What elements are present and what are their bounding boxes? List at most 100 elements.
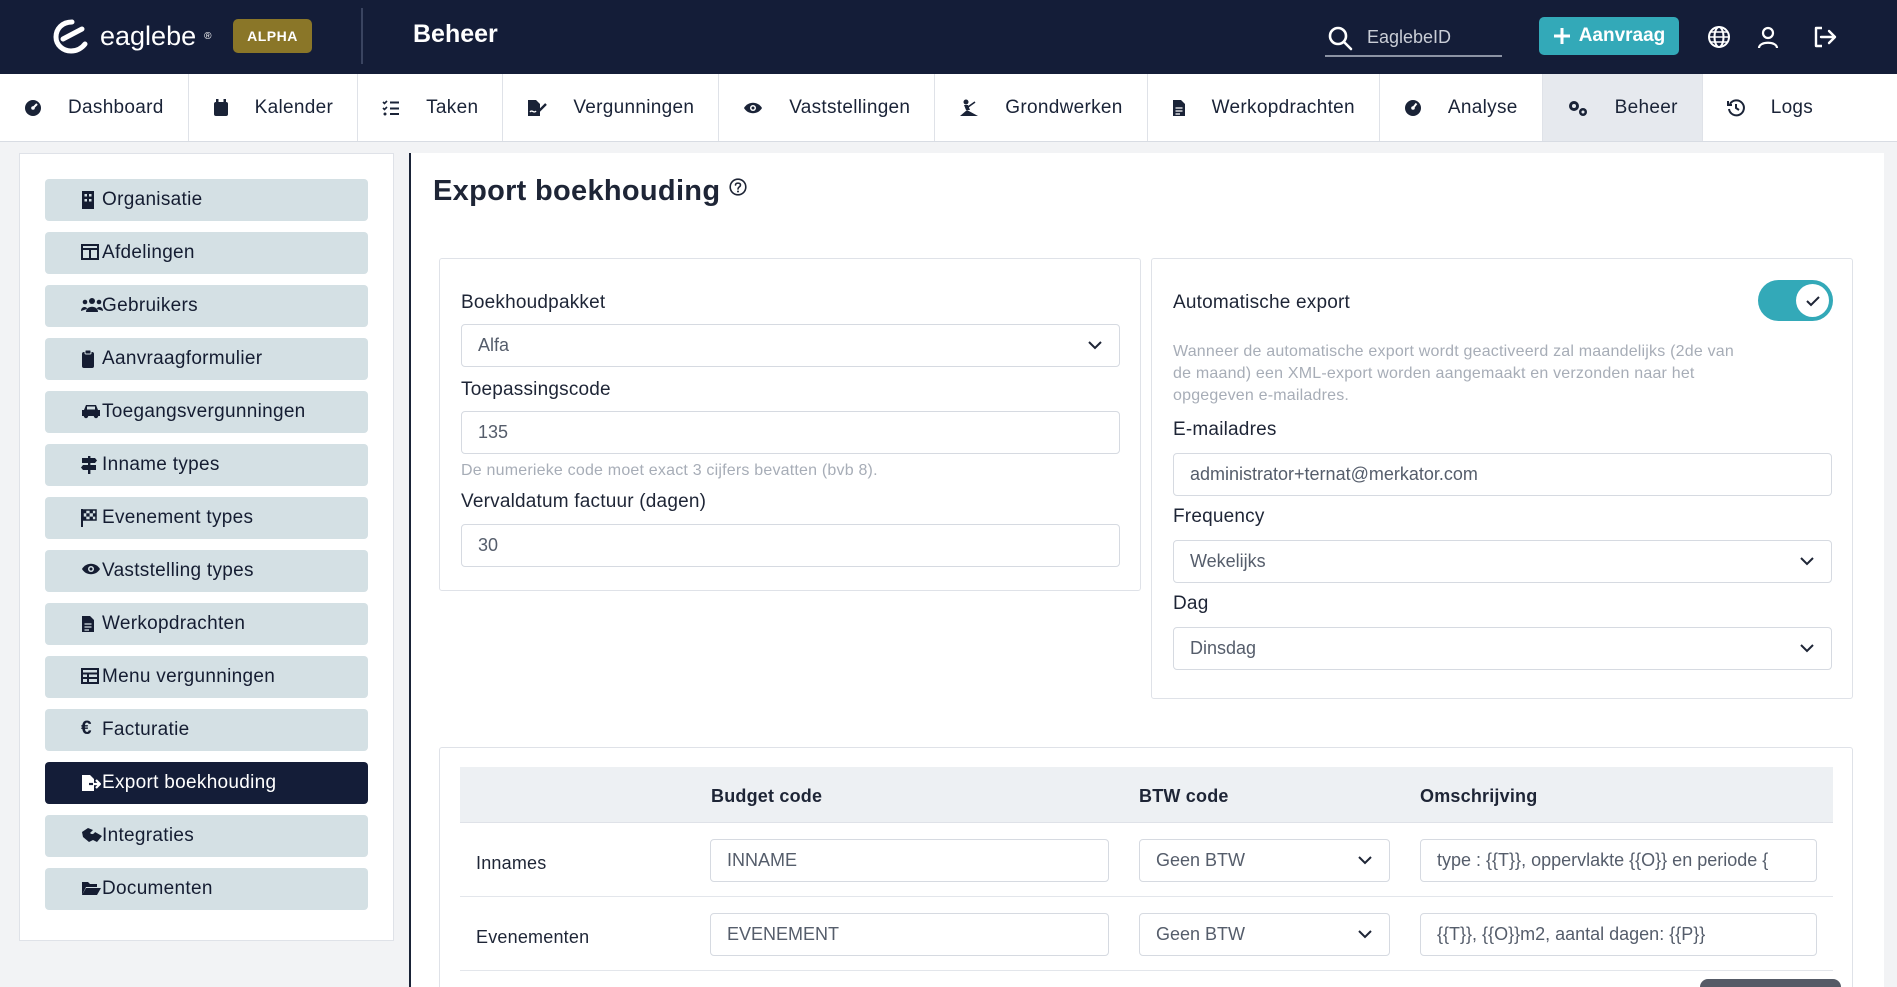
sidebar-item-toegangsvergunningen[interactable]: Toegangsvergunningen	[45, 391, 368, 433]
sidebar-item-label: Toegangsvergunningen	[102, 401, 306, 422]
dag-value: Dinsdag	[1190, 638, 1257, 658]
header-omschrijving: Omschrijving	[1420, 786, 1538, 806]
car-icon	[82, 405, 100, 419]
boekhoudpakket-value: Alfa	[478, 335, 510, 355]
omschrijving-field[interactable]	[1420, 839, 1817, 882]
vervaldatum-field[interactable]	[461, 524, 1120, 567]
nav-item-vergunningen[interactable]: Vergunningen	[503, 74, 720, 141]
sidebar-item-label: Afdelingen	[102, 242, 195, 263]
globe-icon[interactable]	[1707, 25, 1731, 49]
nav-item-label: Vergunningen	[573, 97, 695, 118]
chevron-down-icon	[1358, 930, 1372, 939]
nav-item-label: Kalender	[254, 97, 334, 118]
budget-code-field[interactable]	[710, 839, 1109, 882]
check-icon	[1805, 295, 1820, 306]
nav-item-logs[interactable]: Logs	[1703, 74, 1837, 141]
table-header: Budget code BTW code Omschrijving	[460, 767, 1833, 823]
btw-code-value: Geen BTW	[1156, 850, 1246, 870]
sidebar-item-label: Vaststelling types	[102, 560, 254, 581]
floating-action-tab[interactable]	[1700, 979, 1841, 987]
search-input[interactable]	[1367, 27, 1497, 48]
plus-icon	[1553, 28, 1570, 44]
nav-item-label: Beheer	[1614, 97, 1678, 118]
sidebar-item-aanvraagformulier[interactable]: Aanvraagformulier	[45, 338, 368, 380]
budget-code-input[interactable]	[727, 924, 1108, 945]
nav-item-grondwerken[interactable]: Grondwerken	[935, 74, 1148, 141]
sidebar-item-evenement-types[interactable]: Evenement types	[45, 497, 368, 539]
table-columns-icon	[81, 244, 99, 260]
sidebar-item-facturatie[interactable]: € Facturatie	[45, 709, 368, 751]
gauge-icon	[1404, 100, 1421, 116]
sidebar-item-menu-vergunningen[interactable]: Menu vergunningen	[45, 656, 368, 698]
auto-export-toggle[interactable]	[1758, 280, 1833, 321]
auto-export-hint-line-3: opgegeven e-mailadres.	[1173, 387, 1350, 404]
toepassingscode-hint: De numerieke code moet exact 3 cijfers b…	[461, 462, 878, 479]
nav-item-kalender[interactable]: Kalender	[189, 74, 359, 141]
eaglebe-logo-icon	[53, 19, 88, 54]
omschrijving-input[interactable]	[1437, 850, 1816, 871]
main-nav: Dashboard Kalender Taken Vergunningen Va…	[0, 74, 1897, 142]
alpha-badge: ALPHA	[233, 19, 312, 53]
nav-item-analyse[interactable]: Analyse	[1380, 74, 1543, 141]
boekhoudpakket-select[interactable]: Alfa	[461, 324, 1120, 367]
toepassingscode-field[interactable]	[461, 411, 1120, 454]
sidebar-item-inname-types[interactable]: Inname types	[45, 444, 368, 486]
vervaldatum-input[interactable]	[478, 535, 1119, 556]
budget-code-input[interactable]	[727, 850, 1108, 871]
toepassingscode-label: Toepassingscode	[461, 379, 611, 400]
row-name: Evenementen	[476, 927, 590, 947]
sidebar-item-organisatie[interactable]: Organisatie	[45, 179, 368, 221]
building-icon	[82, 191, 94, 209]
omschrijving-field[interactable]	[1420, 913, 1817, 956]
eaglebe-logo[interactable]: eaglebe ®	[52, 18, 211, 54]
help-circle-icon[interactable]	[729, 178, 747, 196]
dag-select[interactable]: Dinsdag	[1173, 627, 1832, 670]
boekhoudpakket-label: Boekhoudpakket	[461, 292, 606, 313]
nav-item-label: Werkopdrachten	[1211, 97, 1355, 118]
sidebar-item-export-boekhouding[interactable]: Export boekhouding	[45, 762, 368, 804]
nav-item-werkopdrachten[interactable]: Werkopdrachten	[1148, 74, 1380, 141]
email-field[interactable]	[1173, 453, 1832, 496]
nav-item-taken[interactable]: Taken	[358, 74, 504, 141]
header-btw-code: BTW code	[1139, 786, 1229, 806]
nav-item-beheer[interactable]: Beheer	[1542, 74, 1703, 141]
chevron-down-icon	[1088, 341, 1102, 350]
settings-sidebar: Organisatie Afdelingen Gebruikers Aanvra…	[19, 153, 394, 941]
nav-item-dashboard[interactable]: Dashboard	[0, 74, 189, 141]
sidebar-item-label: Facturatie	[102, 719, 190, 740]
logout-icon[interactable]	[1812, 25, 1838, 49]
sidebar-item-integraties[interactable]: Integraties	[45, 815, 368, 857]
btw-code-value: Geen BTW	[1156, 924, 1246, 944]
row-divider	[460, 896, 1833, 897]
calendar-icon	[213, 99, 228, 116]
sidebar-item-gebruikers[interactable]: Gebruikers	[45, 285, 368, 327]
nav-item-label: Taken	[426, 97, 479, 118]
header-budget-code: Budget code	[711, 786, 823, 806]
page-section-title: Beheer	[413, 20, 498, 48]
task-list-icon	[382, 100, 400, 116]
btw-code-select[interactable]: Geen BTW	[1139, 839, 1390, 882]
btw-code-select[interactable]: Geen BTW	[1139, 913, 1390, 956]
sidebar-item-label: Integraties	[102, 825, 195, 846]
nav-item-vaststellingen[interactable]: Vaststellingen	[719, 74, 936, 141]
sidebar-item-label: Export boekhouding	[102, 772, 277, 793]
search-icon	[1328, 26, 1353, 50]
logo-text: eaglebe	[100, 20, 197, 51]
sidebar-item-afdelingen[interactable]: Afdelingen	[45, 232, 368, 274]
top-divider	[361, 8, 363, 64]
aanvraag-button[interactable]: Aanvraag	[1539, 17, 1679, 55]
sidebar-item-werkopdrachten[interactable]: Werkopdrachten	[45, 603, 368, 645]
nav-item-label: Dashboard	[68, 97, 164, 118]
sidebar-item-documenten[interactable]: Documenten	[45, 868, 368, 910]
omschrijving-input[interactable]	[1437, 924, 1816, 945]
budget-code-field[interactable]	[710, 913, 1109, 956]
search-box[interactable]	[1325, 20, 1502, 57]
euro-icon: €	[81, 718, 92, 739]
email-input[interactable]	[1190, 464, 1831, 485]
frequency-select[interactable]: Wekelijks	[1173, 540, 1832, 583]
registered-mark: ®	[204, 30, 212, 42]
user-icon[interactable]	[1756, 25, 1780, 49]
toepassingscode-input[interactable]	[478, 422, 1119, 443]
sidebar-item-vaststelling-types[interactable]: Vaststelling types	[45, 550, 368, 592]
accounting-settings-card: Boekhoudpakket Alfa Toepassingscode De n…	[439, 258, 1141, 591]
